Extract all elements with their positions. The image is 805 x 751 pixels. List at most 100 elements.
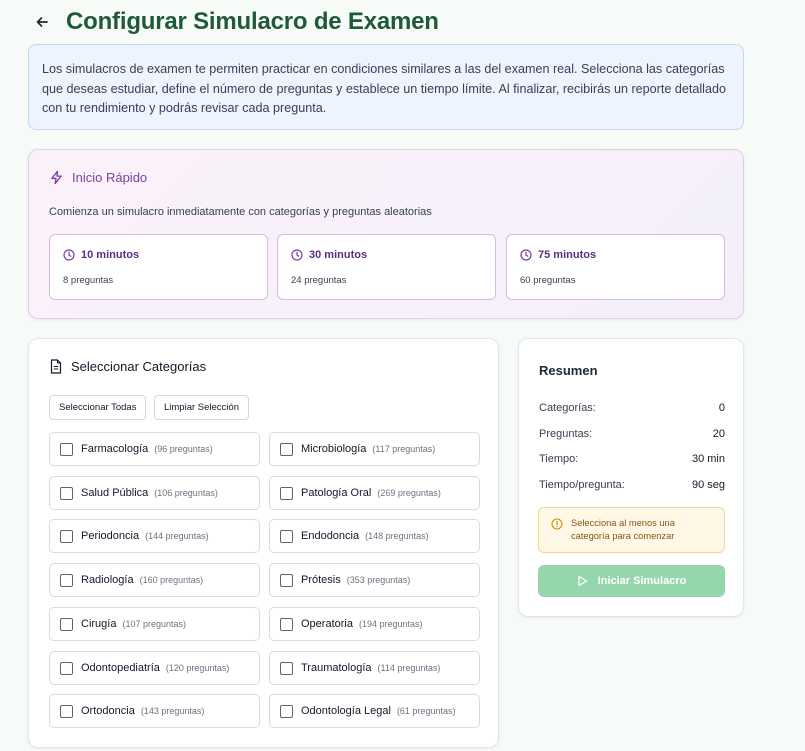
summary-label: Tiempo/pregunta: [539, 479, 625, 491]
summary-value: 20 [712, 428, 725, 440]
summary-row-categories: Categorías: 0 [539, 402, 725, 414]
category-item[interactable]: Farmacología (96 preguntas) [49, 432, 260, 466]
quick-start-title: Inicio Rápido [72, 170, 148, 185]
category-checkbox[interactable] [280, 704, 293, 718]
quick-option-label: 75 minutos [538, 249, 597, 261]
category-name: Operatoria [301, 618, 353, 630]
clock-icon [520, 249, 532, 261]
quick-option-label: 10 minutos [81, 249, 140, 261]
category-item[interactable]: Ortodoncia (143 preguntas) [49, 694, 260, 728]
quick-option-30-min[interactable]: 30 minutos 24 preguntas [277, 234, 496, 300]
start-simulation-button[interactable]: Iniciar Simulacro [538, 565, 725, 597]
quick-start-subtitle: Comienza un simulacro inmediatamente con… [49, 206, 432, 218]
category-count: (144 preguntas) [145, 531, 209, 541]
category-count: (143 preguntas) [140, 706, 205, 716]
play-icon [578, 575, 587, 587]
category-count: (107 preguntas) [122, 619, 187, 629]
category-checkbox[interactable] [60, 486, 73, 500]
category-checkbox[interactable] [280, 573, 293, 587]
categories-title: Seleccionar Categorías [71, 359, 207, 374]
intro-text: Los simulacros de examen te permiten pra… [42, 62, 726, 115]
category-count: (96 preguntas) [154, 444, 213, 454]
category-count: (61 preguntas) [396, 706, 456, 716]
category-count: (117 preguntas) [372, 444, 436, 454]
category-item[interactable]: Microbiología (117 preguntas) [269, 432, 480, 466]
clear-selection-button[interactable]: Limpiar Selección [154, 395, 249, 420]
category-checkbox[interactable] [280, 442, 293, 456]
category-checkbox[interactable] [60, 617, 73, 631]
summary-row-questions: Preguntas: 20 [539, 428, 725, 440]
summary-label: Categorías: [539, 402, 596, 414]
category-name: Microbiología [301, 443, 367, 455]
category-name: Periodoncia [81, 530, 140, 542]
category-count: (120 preguntas) [165, 663, 230, 673]
quick-start-header: Inicio Rápido [49, 170, 147, 185]
category-item[interactable]: Radiología (160 preguntas) [49, 563, 260, 597]
category-count: (353 preguntas) [346, 575, 411, 585]
category-checkbox[interactable] [60, 704, 73, 718]
quick-option-label: 30 minutos [309, 249, 368, 261]
quick-option-questions: 60 preguntas [520, 275, 576, 286]
quick-option-10-min[interactable]: 10 minutos 8 preguntas [49, 234, 268, 300]
back-button[interactable] [30, 10, 54, 34]
quick-option-75-min[interactable]: 75 minutos 60 preguntas [506, 234, 725, 300]
category-item[interactable]: Salud Pública (106 preguntas) [49, 476, 260, 510]
category-name: Cirugía [81, 618, 117, 630]
category-name: Odontopediatría [81, 662, 160, 674]
page-title: Configurar Simulacro de Examen [66, 8, 439, 35]
category-item[interactable]: Patología Oral (269 preguntas) [269, 476, 480, 510]
category-checkbox[interactable] [60, 442, 73, 456]
category-checkbox[interactable] [60, 529, 73, 543]
summary-row-time: Tiempo: 30 min [539, 453, 725, 465]
quick-option-questions: 8 preguntas [63, 275, 114, 286]
category-name: Odontología Legal [301, 705, 391, 717]
categories-header: Seleccionar Categorías [49, 359, 206, 374]
summary-row-time-per-question: Tiempo/pregunta: 90 seg [539, 479, 725, 491]
category-name: Endodoncia [301, 530, 360, 542]
summary-label: Preguntas: [539, 428, 593, 440]
document-icon [50, 359, 62, 374]
category-name: Traumatología [301, 662, 372, 674]
category-count: (194 preguntas) [358, 619, 423, 629]
category-checkbox[interactable] [280, 486, 293, 500]
category-count: (148 preguntas) [365, 531, 429, 541]
categories-panel: Seleccionar Categorías Seleccionar Todas… [28, 338, 499, 748]
header: Configurar Simulacro de Examen [30, 6, 439, 38]
category-item[interactable]: Periodoncia (144 preguntas) [49, 519, 260, 553]
category-item[interactable]: Prótesis (353 preguntas) [269, 563, 480, 597]
arrow-left-icon [36, 17, 48, 27]
category-count: (160 preguntas) [139, 575, 204, 585]
quick-option-questions: 24 preguntas [291, 275, 347, 286]
quick-start-panel: Inicio Rápido Comienza un simulacro inme… [28, 149, 744, 319]
category-checkbox[interactable] [60, 661, 73, 675]
category-item[interactable]: Operatoria (194 preguntas) [269, 607, 480, 641]
category-name: Prótesis [301, 574, 341, 586]
summary-value: 90 seg [691, 479, 725, 491]
category-name: Salud Pública [81, 487, 149, 499]
warning-box: Selecciona al menos una categoría para c… [538, 507, 725, 553]
category-checkbox[interactable] [280, 661, 293, 675]
category-item[interactable]: Odontopediatría (120 preguntas) [49, 651, 260, 685]
intro-info-box: Los simulacros de examen te permiten pra… [28, 44, 744, 130]
category-item[interactable]: Cirugía (107 preguntas) [49, 607, 260, 641]
select-all-button[interactable]: Seleccionar Todas [49, 395, 147, 420]
summary-value: 30 min [691, 453, 725, 465]
category-item[interactable]: Traumatología (114 preguntas) [269, 651, 480, 685]
category-checkbox[interactable] [60, 573, 73, 587]
category-checkbox[interactable] [280, 529, 293, 543]
summary-label: Tiempo: [539, 453, 579, 465]
category-name: Ortodoncia [81, 705, 135, 717]
lightning-icon [51, 170, 62, 185]
category-name: Patología Oral [301, 487, 372, 499]
category-name: Radiología [81, 574, 134, 586]
category-name: Farmacología [81, 443, 149, 455]
category-count: (114 preguntas) [377, 663, 441, 673]
category-checkbox[interactable] [280, 617, 293, 631]
clock-icon [63, 249, 75, 261]
category-count: (269 preguntas) [377, 488, 441, 498]
category-item[interactable]: Endodoncia (148 preguntas) [269, 519, 480, 553]
summary-panel: Resumen Categorías: 0 Preguntas: 20 Tiem… [518, 338, 744, 617]
category-item[interactable]: Odontología Legal (61 preguntas) [269, 694, 480, 728]
start-simulation-label: Iniciar Simulacro [597, 575, 687, 587]
clock-icon [291, 249, 303, 261]
